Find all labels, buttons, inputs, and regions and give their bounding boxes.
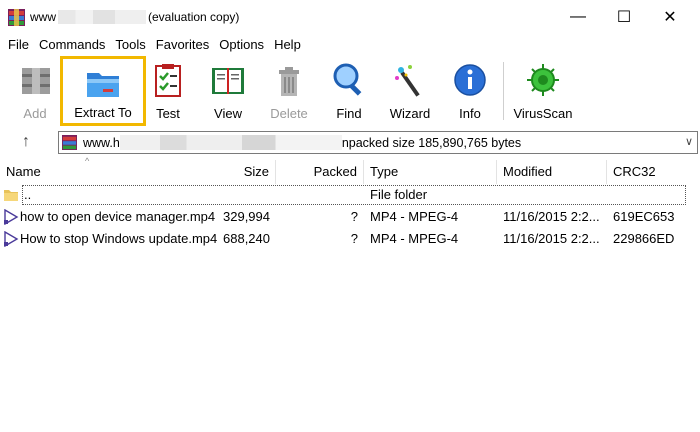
cell-name: How to stop Windows update.mp4 bbox=[20, 231, 218, 246]
cell-name: how to open device manager.mp4 bbox=[20, 209, 216, 224]
table-row-parent[interactable]: .. File folder bbox=[0, 184, 700, 206]
minimize-button[interactable]: — bbox=[555, 0, 601, 34]
menu-bar: File Commands Tools Favorites Options He… bbox=[0, 34, 700, 56]
add-label: Add bbox=[23, 106, 47, 121]
wizard-label: Wizard bbox=[389, 106, 431, 121]
cell-type: MP4 - MPEG-4 bbox=[370, 231, 459, 246]
address-row: ↑ www.h npacked size 185,890,765 bytes ∨ bbox=[0, 128, 700, 156]
book-icon bbox=[212, 68, 244, 94]
menu-file[interactable]: File bbox=[3, 34, 34, 56]
menu-favorites[interactable]: Favorites bbox=[151, 34, 214, 56]
column-header: ^ Name Size Packed Type Modified CRC32 bbox=[0, 156, 700, 184]
video-file-icon bbox=[4, 209, 19, 225]
magic-wand-icon bbox=[395, 65, 420, 97]
redacted-path bbox=[119, 135, 342, 150]
cell-crc: 229866ED bbox=[613, 231, 675, 246]
file-list: .. File folder how to open device manage… bbox=[0, 184, 700, 250]
wizard-button[interactable]: Wizard bbox=[379, 58, 441, 124]
trash-icon bbox=[279, 67, 299, 96]
toolbar-separator bbox=[503, 62, 504, 120]
cell-crc: 619EC653 bbox=[613, 209, 675, 224]
cell-type: File folder bbox=[370, 187, 428, 202]
close-button[interactable]: ✕ bbox=[647, 0, 693, 34]
virusscan-button[interactable]: VirusScan bbox=[510, 58, 576, 124]
up-arrow-icon[interactable]: ↑ bbox=[6, 130, 46, 154]
chevron-down-icon[interactable]: ∨ bbox=[685, 135, 693, 148]
cell-packed: ? bbox=[350, 209, 358, 224]
col-size[interactable]: Size bbox=[195, 160, 276, 184]
cell-size: 329,994 bbox=[223, 209, 270, 224]
col-crc[interactable]: CRC32 bbox=[607, 160, 700, 184]
info-label: Info bbox=[459, 106, 481, 121]
menu-commands[interactable]: Commands bbox=[34, 34, 110, 56]
cell-type: MP4 - MPEG-4 bbox=[370, 209, 459, 224]
view-label: View bbox=[214, 106, 242, 121]
delete-label: Delete bbox=[270, 106, 308, 121]
add-icon bbox=[22, 68, 50, 94]
menu-help[interactable]: Help bbox=[269, 34, 306, 56]
info-icon bbox=[454, 64, 486, 96]
cell-modified: 11/16/2015 2:2... bbox=[503, 231, 600, 246]
col-packed[interactable]: Packed bbox=[276, 160, 364, 184]
delete-button[interactable]: Delete bbox=[258, 58, 320, 124]
title-bar: www (evaluation copy) — ☐ ✕ bbox=[0, 0, 700, 34]
window-title-suffix: (evaluation copy) bbox=[148, 10, 240, 24]
add-button[interactable]: Add bbox=[8, 58, 62, 124]
address-prefix: www.h bbox=[83, 136, 120, 150]
find-label: Find bbox=[336, 106, 362, 121]
toolbar: Add Extract To Test View Delete Find Wiz… bbox=[0, 56, 700, 128]
magnifier-icon bbox=[333, 63, 362, 96]
folder-extract-icon bbox=[87, 73, 119, 97]
cell-name: .. bbox=[24, 187, 32, 202]
find-button[interactable]: Find bbox=[318, 58, 380, 124]
cell-size: 688,240 bbox=[223, 231, 270, 246]
checklist-icon bbox=[155, 64, 181, 97]
view-button[interactable]: View bbox=[197, 58, 259, 124]
table-row[interactable]: How to stop Windows update.mp4 688,240 ?… bbox=[0, 228, 700, 250]
redacted-filename bbox=[58, 10, 146, 24]
folder-icon bbox=[4, 190, 18, 201]
cell-modified: 11/16/2015 2:2... bbox=[503, 209, 600, 224]
menu-tools[interactable]: Tools bbox=[110, 34, 150, 56]
test-button[interactable]: Test bbox=[137, 58, 199, 124]
extract-to-button[interactable]: Extract To bbox=[60, 56, 146, 126]
address-bar[interactable]: www.h npacked size 185,890,765 bytes ∨ bbox=[58, 131, 698, 154]
window-title: www (evaluation copy) bbox=[30, 10, 239, 24]
col-modified[interactable]: Modified bbox=[497, 160, 607, 184]
table-row[interactable]: how to open device manager.mp4 329,994 ?… bbox=[0, 206, 700, 228]
address-text: www.h npacked size 185,890,765 bytes bbox=[83, 135, 521, 150]
cell-packed: ? bbox=[350, 231, 358, 246]
virusscan-label: VirusScan bbox=[513, 106, 573, 121]
virus-icon bbox=[527, 64, 559, 96]
info-button[interactable]: Info bbox=[439, 58, 501, 124]
maximize-button[interactable]: ☐ bbox=[601, 0, 647, 34]
extract-to-label: Extract To bbox=[74, 105, 132, 120]
col-type[interactable]: Type bbox=[364, 160, 497, 184]
winrar-app-icon bbox=[8, 9, 25, 26]
menu-options[interactable]: Options bbox=[214, 34, 269, 56]
test-label: Test bbox=[156, 106, 180, 121]
video-file-icon bbox=[4, 231, 19, 247]
archive-icon bbox=[62, 135, 77, 150]
window-title-prefix: www bbox=[30, 10, 56, 24]
address-suffix: npacked size 185,890,765 bytes bbox=[341, 136, 522, 150]
